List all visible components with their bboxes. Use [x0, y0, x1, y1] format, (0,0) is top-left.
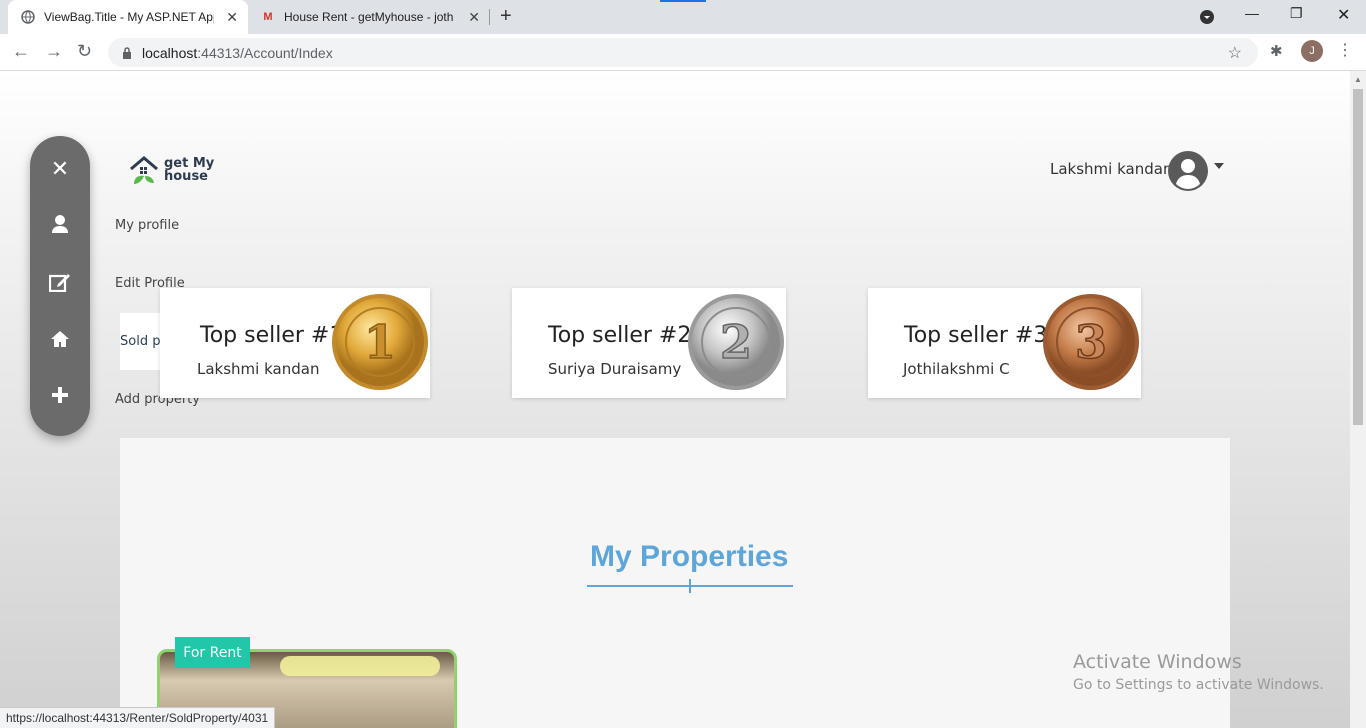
my-properties-panel: My Properties [120, 438, 1230, 728]
silver-medal-icon: 2 [688, 294, 784, 390]
tab-gmail[interactable]: M House Rent - getMyhouse - jothi ✕ [250, 0, 490, 34]
seller-title: Top seller #1 [200, 323, 344, 348]
gold-medal-icon: 1 [332, 294, 428, 390]
plus-icon[interactable] [30, 386, 90, 410]
gmail-icon: M [263, 11, 273, 23]
seller-title: Top seller #3 [904, 323, 1048, 348]
top-seller-card-3: Top seller #3 Jothilakshmi C 3 [868, 288, 1141, 398]
medal-rank: 2 [720, 315, 752, 369]
vertical-scrollbar[interactable]: ▲ [1350, 71, 1366, 728]
home-icon[interactable] [30, 330, 90, 354]
tab-divider [489, 9, 490, 25]
logo-line-2: house [164, 169, 208, 184]
floating-sidebar: ✕ [30, 136, 90, 436]
user-name[interactable]: Lakshmi kandan [1050, 160, 1172, 178]
new-tab-icon[interactable]: + [500, 5, 512, 28]
profile-avatar[interactable]: J [1301, 40, 1323, 62]
tab-title: House Rent - getMyhouse - jothi [284, 10, 454, 24]
seller-title: Top seller #2 [548, 323, 692, 348]
url-path: :44313/Account/Index [197, 44, 333, 61]
medal-rank: 3 [1075, 315, 1107, 369]
url-host: localhost [142, 44, 198, 61]
top-seller-card-1: Top seller #1 Lakshmi kandan 1 [160, 288, 430, 398]
activate-subtitle: Go to Settings to activate Windows. [1073, 677, 1324, 693]
house-logo-icon [130, 156, 158, 184]
globe-icon [20, 9, 36, 25]
url-input[interactable]: localhost:44313/Account/Index ☆ [108, 38, 1258, 67]
status-badge: For Rent [175, 637, 250, 668]
restore-icon[interactable]: ❐ [1290, 5, 1303, 22]
tab-title: ViewBag.Title - My ASP.NET Appl [44, 10, 214, 24]
chrome-menu-icon[interactable] [1199, 9, 1215, 28]
tab-highlight [660, 0, 706, 2]
sidebar-item-my-profile[interactable]: My profile [115, 218, 179, 233]
close-tab-icon[interactable]: ✕ [226, 9, 238, 26]
edit-icon[interactable] [30, 272, 90, 298]
activate-title: Activate Windows [1073, 651, 1242, 673]
page-viewport: ✕ My profile Edit Profile Sold property … [0, 71, 1350, 728]
close-icon[interactable]: ✕ [30, 156, 90, 182]
scroll-up-icon[interactable]: ▲ [1354, 75, 1362, 84]
tab-viewbag[interactable]: ViewBag.Title - My ASP.NET Appl ✕ [8, 0, 248, 34]
seller-name: Lakshmi kandan [197, 360, 320, 378]
tab-bar: ViewBag.Title - My ASP.NET Appl ✕ M Hous… [0, 0, 1366, 34]
site-logo[interactable]: get My house [128, 154, 214, 186]
close-window-icon[interactable]: ✕ [1337, 5, 1350, 25]
user-avatar-icon[interactable] [1168, 151, 1208, 191]
extensions-icon[interactable]: ✱ [1270, 42, 1283, 60]
seller-name: Suriya Duraisamy [548, 360, 682, 378]
lock-icon [122, 46, 132, 59]
scroll-thumb[interactable] [1353, 89, 1363, 425]
user-icon[interactable] [30, 214, 90, 240]
more-menu-icon[interactable]: ⋮ [1337, 40, 1353, 60]
minimize-icon[interactable]: — [1245, 5, 1259, 21]
back-icon[interactable]: ← [12, 41, 30, 62]
reload-icon[interactable]: ↻ [77, 41, 92, 62]
activate-windows-watermark: Activate Windows Go to Settings to activ… [1073, 651, 1324, 693]
forward-icon[interactable]: → [45, 41, 63, 62]
bookmark-star-icon[interactable]: ☆ [1228, 43, 1242, 63]
medal-rank: 1 [364, 315, 396, 369]
close-tab-icon[interactable]: ✕ [468, 9, 480, 26]
title-underline-tick [689, 579, 691, 593]
seller-name: Jothilakshmi C [903, 360, 1010, 378]
chevron-down-icon[interactable] [1214, 163, 1224, 169]
logo-text: get My house [164, 157, 214, 183]
top-seller-card-2: Top seller #2 Suriya Duraisamy 2 [512, 288, 786, 398]
ceiling-light [280, 656, 440, 676]
address-bar: ← → ↻ localhost:44313/Account/Index ☆ ✱ … [0, 34, 1366, 71]
bronze-medal-icon: 3 [1043, 294, 1139, 390]
page-title: My Properties [590, 540, 789, 573]
status-url-tooltip: https://localhost:44313/Renter/SoldPrope… [0, 707, 276, 728]
